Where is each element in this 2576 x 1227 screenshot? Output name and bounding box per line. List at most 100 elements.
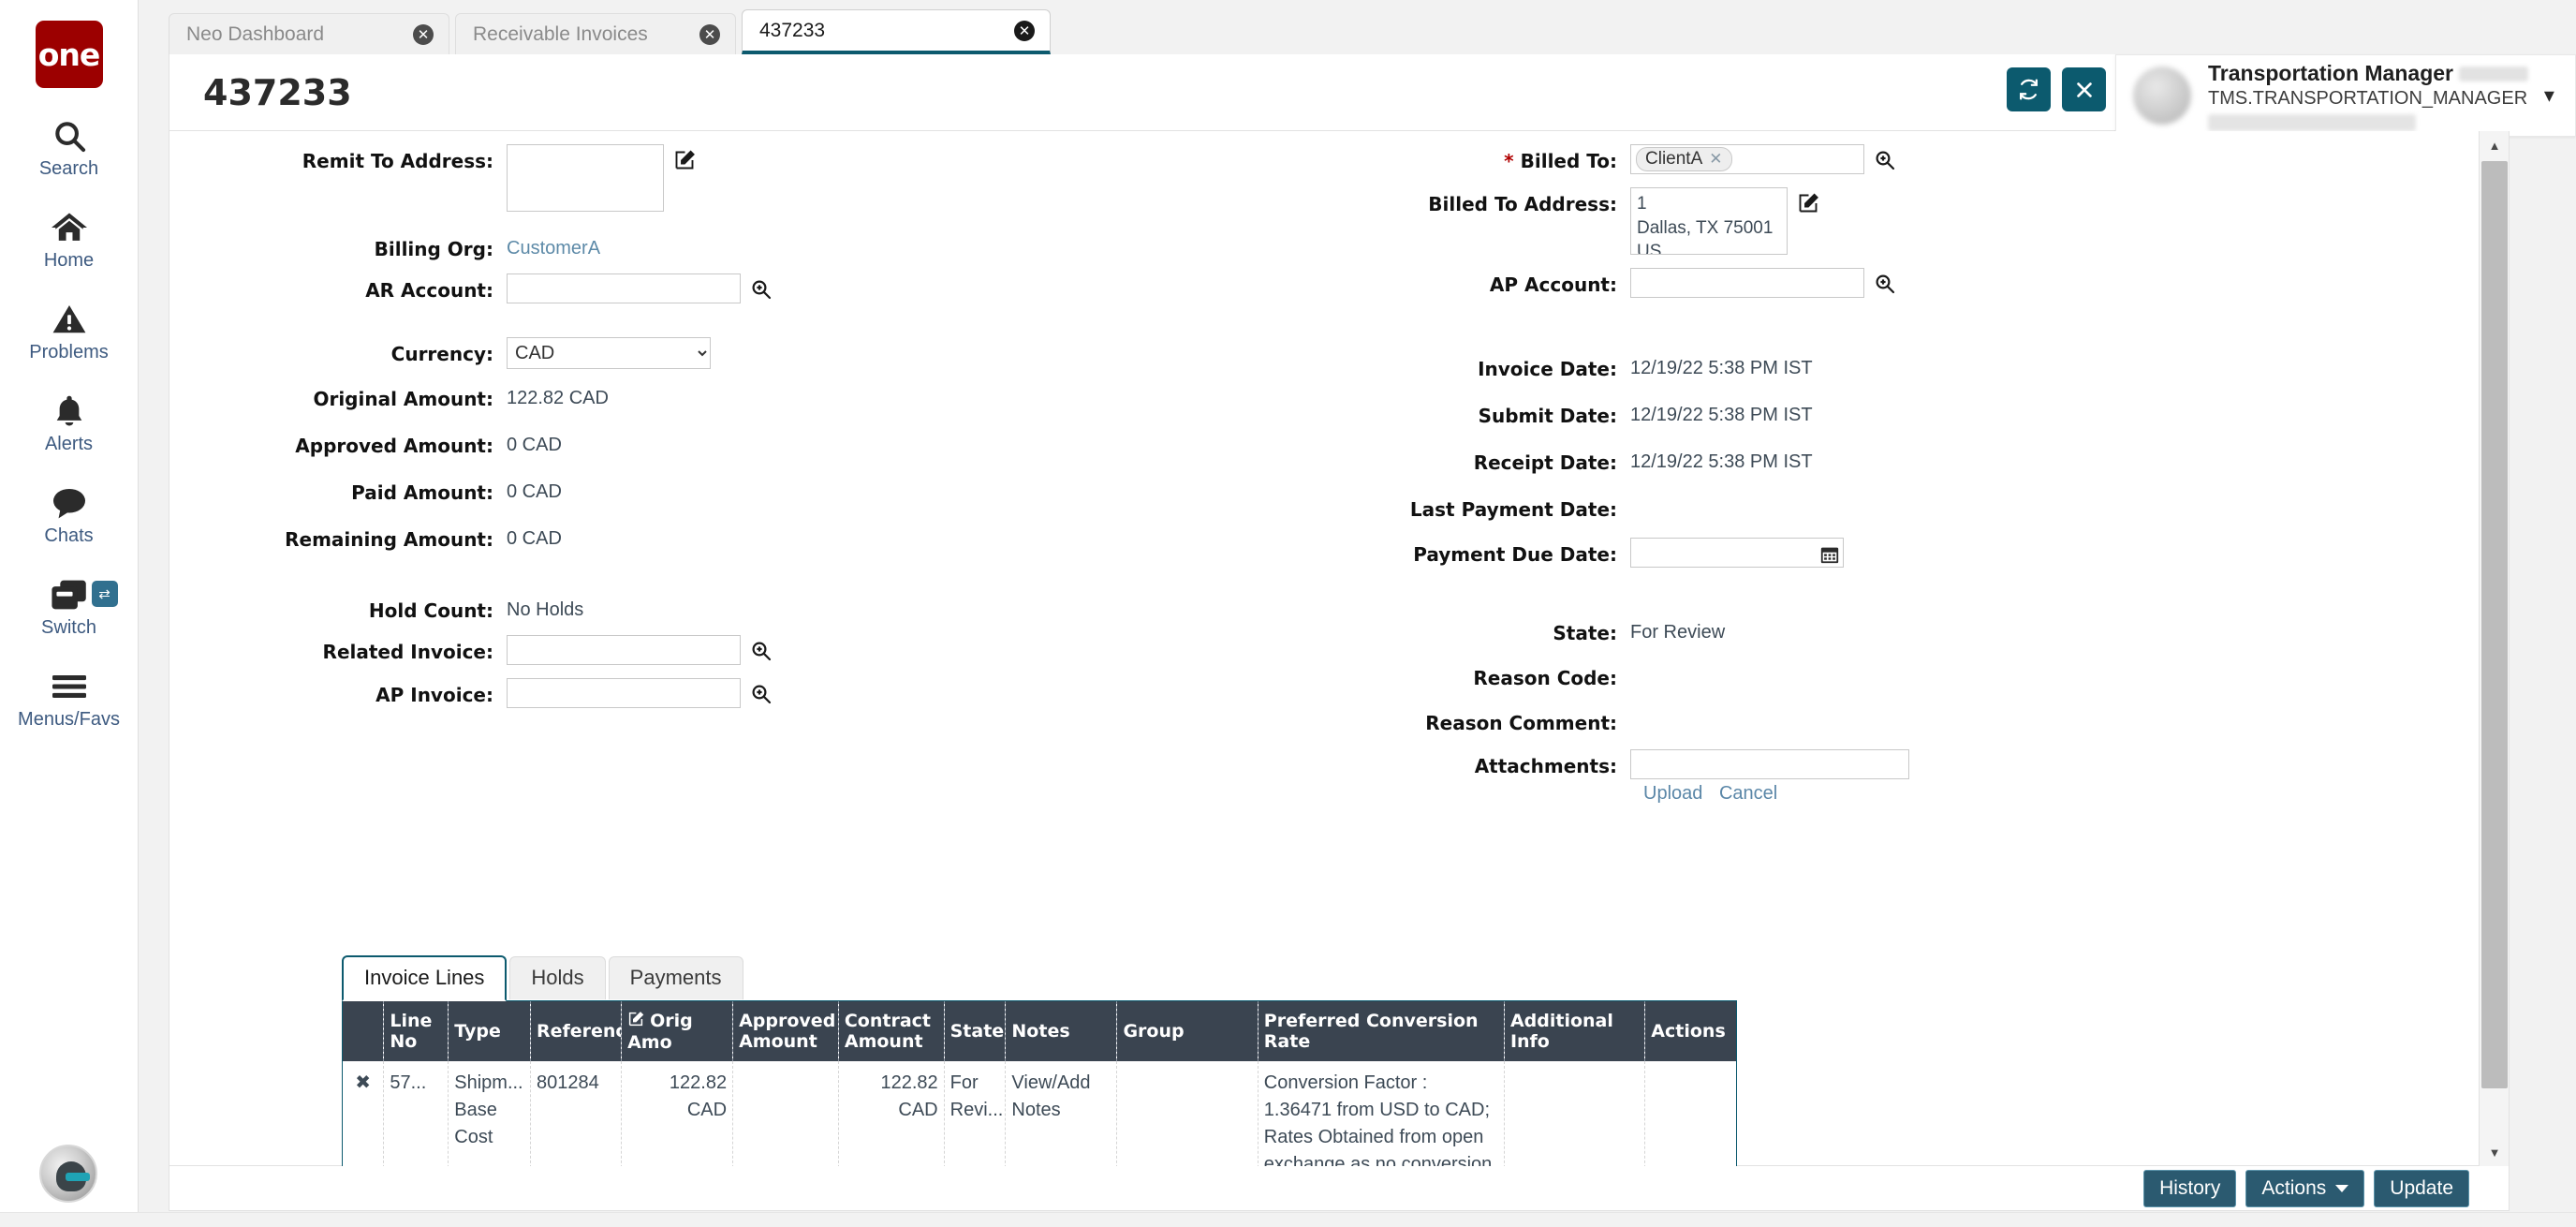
table-row[interactable]: ✖ 57... Shipm... Base Cost 801284 122.82… bbox=[343, 1061, 1736, 1166]
billed-to-token[interactable]: ClientA ✕ bbox=[1636, 147, 1732, 171]
currency-select[interactable]: CAD bbox=[507, 337, 711, 369]
field-label: Billed To Address: bbox=[1162, 187, 1630, 215]
tab-holds[interactable]: Holds bbox=[509, 956, 605, 999]
tab-neo-dashboard[interactable]: Neo Dashboard ✕ bbox=[169, 13, 449, 54]
field-label: Original Amount: bbox=[169, 382, 507, 410]
browser-tab-strip: Neo Dashboard ✕ Receivable Invoices ✕ 43… bbox=[169, 11, 1056, 54]
search-icon[interactable] bbox=[750, 278, 773, 301]
sidebar-item-switch[interactable]: ⇄ Switch bbox=[0, 575, 139, 639]
col-reference[interactable]: Reference bbox=[530, 1001, 621, 1061]
sidebar-item-chats[interactable]: Chats bbox=[0, 483, 139, 547]
payment-due-date-input[interactable] bbox=[1630, 538, 1844, 568]
invoice-form: Remit To Address: Billing Org: CustomerA bbox=[169, 131, 2480, 852]
edit-icon[interactable] bbox=[1797, 192, 1819, 214]
tab-invoice-lines[interactable]: Invoice Lines bbox=[342, 955, 507, 1001]
home-icon bbox=[50, 208, 89, 247]
app-logo[interactable]: one bbox=[36, 21, 103, 88]
col-orig-amount[interactable]: Orig Amo bbox=[622, 1001, 733, 1061]
search-icon[interactable] bbox=[1874, 149, 1896, 171]
billed-to-input[interactable]: ClientA ✕ bbox=[1630, 144, 1864, 174]
switch-badge-icon[interactable]: ⇄ bbox=[92, 581, 118, 607]
tab-label: Neo Dashboard bbox=[186, 23, 324, 46]
edit-icon[interactable] bbox=[627, 1011, 644, 1032]
col-preferred-conversion-rate[interactable]: Preferred Conversion Rate bbox=[1258, 1001, 1504, 1061]
field-original-amount: Original Amount: 122.82 CAD bbox=[169, 382, 1162, 410]
sidebar-item-label: Search bbox=[39, 158, 98, 180]
header-action-buttons bbox=[2007, 67, 2106, 111]
search-icon[interactable] bbox=[750, 683, 773, 705]
billing-org-value[interactable]: CustomerA bbox=[507, 232, 600, 259]
avatar-visor bbox=[66, 1173, 90, 1181]
button-label: History bbox=[2159, 1177, 2220, 1200]
tab-payments[interactable]: Payments bbox=[609, 956, 743, 999]
chat-bubble-icon bbox=[51, 483, 88, 523]
close-icon[interactable]: ✕ bbox=[1709, 150, 1722, 169]
search-icon[interactable] bbox=[1874, 273, 1896, 295]
actions-button[interactable]: Actions bbox=[2245, 1170, 2364, 1207]
redacted-block bbox=[2208, 114, 2416, 131]
sidebar-item-search[interactable]: Search bbox=[0, 116, 139, 180]
sidebar-item-menus-favs[interactable]: Menus/Favs bbox=[0, 667, 139, 731]
button-label: Actions bbox=[2261, 1177, 2326, 1200]
scroll-down-arrow-icon[interactable]: ▼ bbox=[2480, 1138, 2510, 1166]
col-additional-info[interactable]: Additional Info bbox=[1504, 1001, 1644, 1061]
col-group[interactable]: Group bbox=[1117, 1001, 1258, 1061]
billed-to-address-input[interactable]: 1 Dallas, TX 75001 US bbox=[1630, 187, 1788, 255]
sidebar-item-alerts[interactable]: Alerts bbox=[0, 392, 139, 455]
ap-account-input[interactable] bbox=[1630, 268, 1864, 298]
col-notes[interactable]: Notes bbox=[1006, 1001, 1117, 1061]
invoice-date-value: 12/19/22 5:38 PM IST bbox=[1630, 352, 1813, 379]
tab-437233[interactable]: 437233 ✕ bbox=[742, 9, 1051, 54]
close-icon[interactable]: ✕ bbox=[1014, 21, 1035, 41]
col-type[interactable]: Type bbox=[449, 1001, 531, 1061]
col-actions[interactable]: Actions bbox=[1645, 1001, 1736, 1061]
sidebar-item-problems[interactable]: Problems bbox=[0, 300, 139, 363]
chevron-down-icon[interactable]: ▾ bbox=[2524, 54, 2575, 137]
cell-notes-link[interactable]: View/Add Notes bbox=[1006, 1061, 1117, 1166]
tab-receivable-invoices[interactable]: Receivable Invoices ✕ bbox=[455, 13, 736, 54]
field-label: Attachments: bbox=[1162, 749, 1630, 777]
upload-link[interactable]: Upload bbox=[1643, 783, 1702, 804]
sidebar-avatar[interactable] bbox=[39, 1145, 97, 1203]
content-vertical-scrollbar[interactable]: ▲ ▼ bbox=[2479, 131, 2509, 1166]
cell-approved-amount bbox=[733, 1061, 839, 1166]
user-account-menu[interactable]: Transportation Manager TMS.TRANSPORTATIO… bbox=[2115, 54, 2576, 137]
invoice-lines-table: Line No Type Reference Orig Amo bbox=[343, 1001, 1736, 1166]
tab-label: Payments bbox=[630, 966, 722, 989]
col-approved-amount[interactable]: Approved Amount bbox=[733, 1001, 839, 1061]
tab-label: Invoice Lines bbox=[364, 966, 484, 989]
close-icon[interactable]: ✕ bbox=[699, 24, 720, 45]
scrollbar-thumb[interactable] bbox=[2481, 161, 2508, 1088]
refresh-button[interactable] bbox=[2007, 67, 2051, 111]
edit-icon[interactable] bbox=[673, 149, 696, 171]
ar-account-input[interactable] bbox=[507, 273, 741, 303]
field-label: AP Invoice: bbox=[169, 678, 507, 706]
field-label: Paid Amount: bbox=[169, 476, 507, 504]
scroll-up-arrow-icon[interactable]: ▲ bbox=[2480, 131, 2510, 159]
submit-date-value: 12/19/22 5:38 PM IST bbox=[1630, 399, 1813, 426]
field-approved-amount: Approved Amount: 0 CAD bbox=[169, 429, 1162, 457]
close-page-button[interactable] bbox=[2062, 67, 2106, 111]
col-line-no[interactable]: Line No bbox=[384, 1001, 449, 1061]
tab-label: Receivable Invoices bbox=[473, 23, 648, 46]
remit-to-address-input[interactable] bbox=[507, 144, 664, 212]
col-contract-amount[interactable]: Contract Amount bbox=[838, 1001, 944, 1061]
update-button[interactable]: Update bbox=[2374, 1170, 2469, 1207]
cell-reference[interactable]: 801284 bbox=[530, 1061, 621, 1166]
calendar-icon[interactable] bbox=[1819, 544, 1840, 565]
sidebar-item-label: Problems bbox=[29, 342, 108, 363]
history-button[interactable]: History bbox=[2143, 1170, 2236, 1207]
related-invoice-input[interactable] bbox=[507, 635, 741, 665]
field-submit-date: Submit Date: 12/19/22 5:38 PM IST bbox=[1162, 399, 2286, 427]
attachments-input[interactable] bbox=[1630, 749, 1909, 779]
ap-invoice-input[interactable] bbox=[507, 678, 741, 708]
row-remove-button[interactable]: ✖ bbox=[343, 1061, 384, 1166]
tab-label: Holds bbox=[531, 966, 583, 989]
content-scroll-area: Remit To Address: Billing Org: CustomerA bbox=[169, 131, 2480, 1166]
sidebar-item-home[interactable]: Home bbox=[0, 208, 139, 272]
close-icon[interactable]: ✕ bbox=[413, 24, 434, 45]
cancel-upload-link[interactable]: Cancel bbox=[1719, 783, 1777, 804]
search-icon[interactable] bbox=[750, 640, 773, 662]
col-state[interactable]: State bbox=[944, 1001, 1006, 1061]
field-billed-to-address: Billed To Address: 1 Dallas, TX 75001 US bbox=[1162, 187, 2286, 255]
